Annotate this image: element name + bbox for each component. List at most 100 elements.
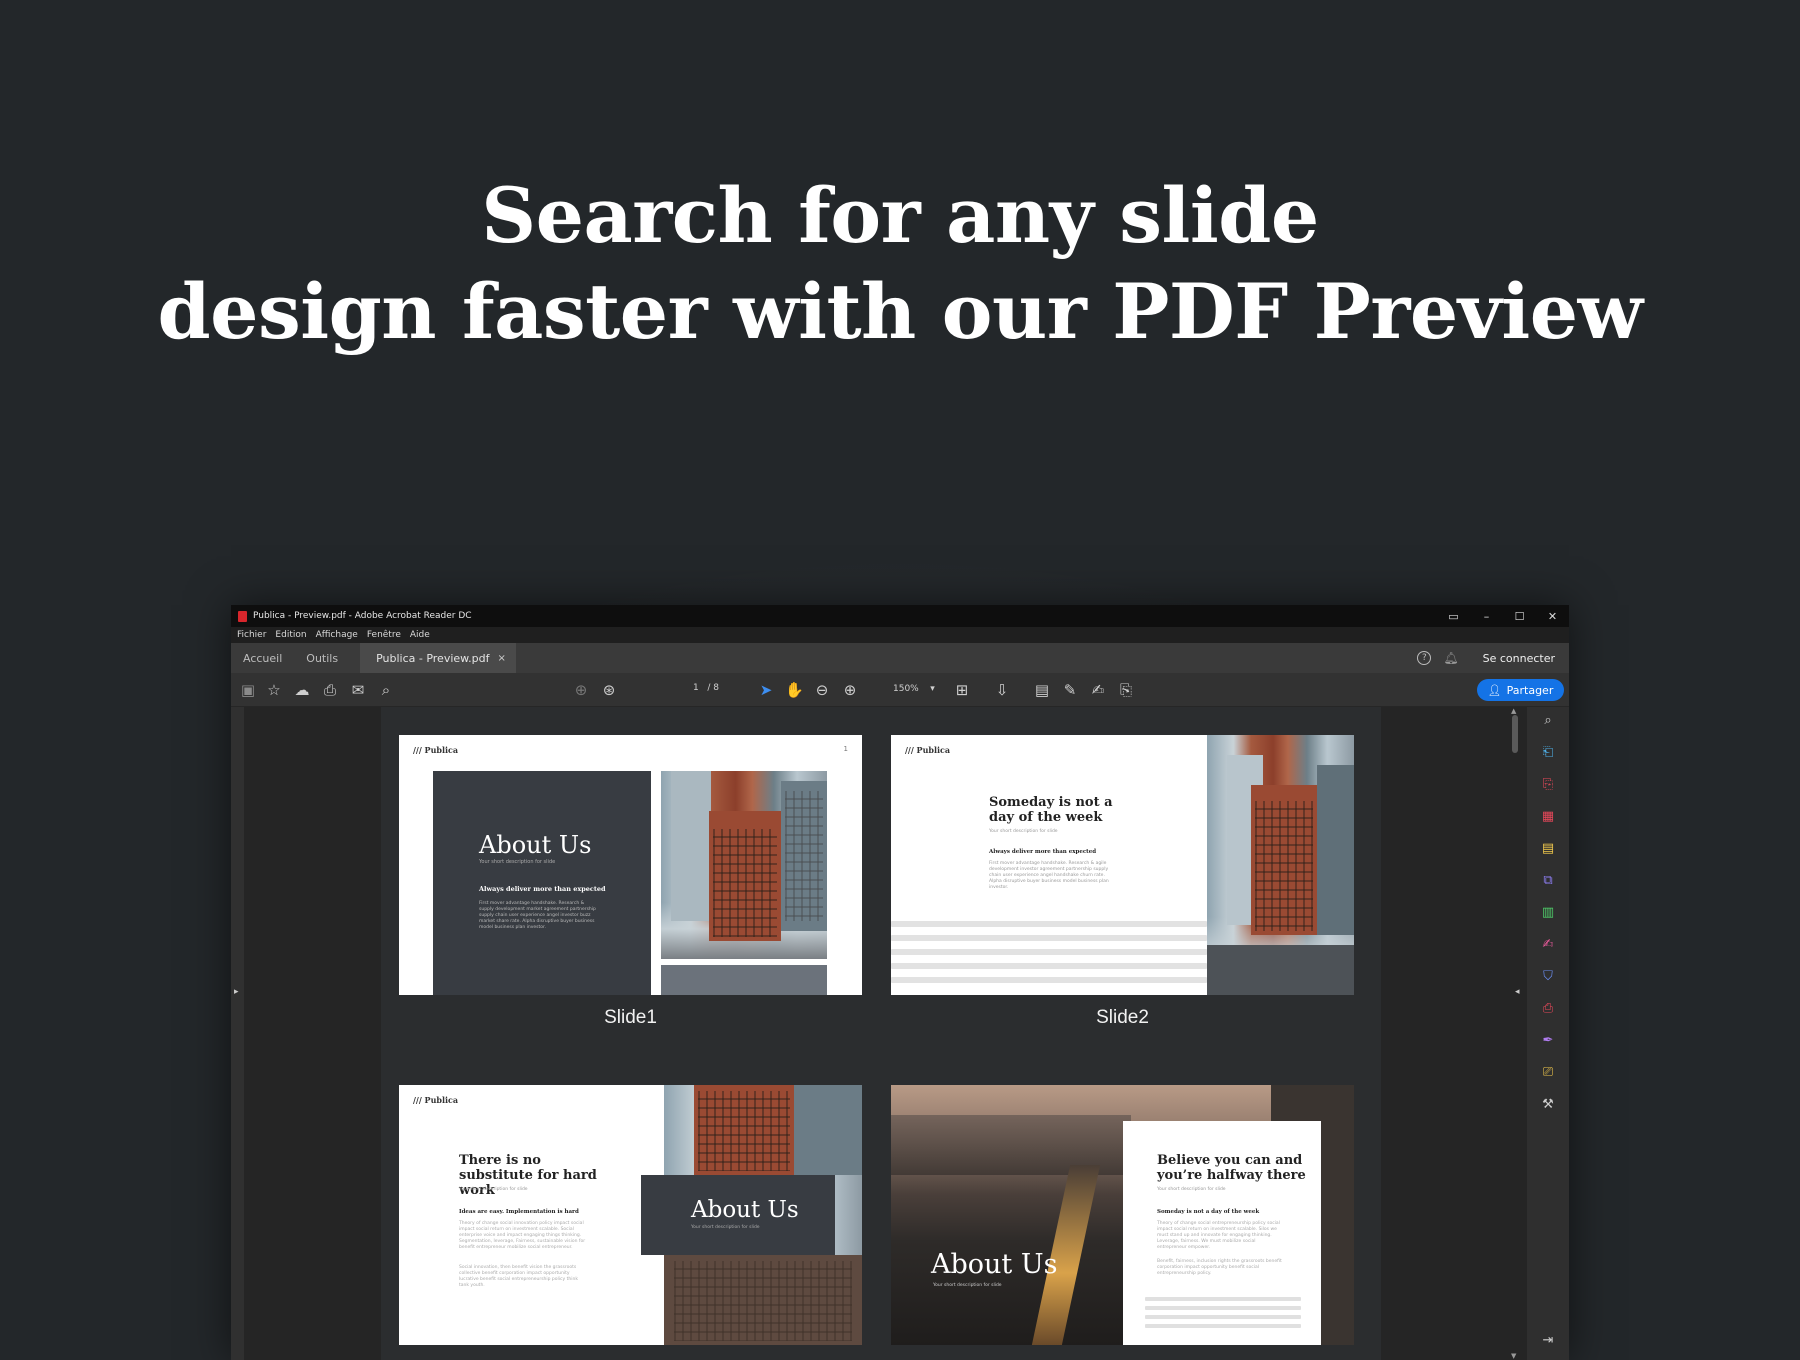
slide-card-subtitle: Your short description for slide xyxy=(1157,1187,1226,1192)
help-icon[interactable]: ? xyxy=(1417,651,1432,665)
highlight-pen-icon[interactable]: ✎ xyxy=(1061,681,1079,699)
zoom-select[interactable]: 150% ▾ xyxy=(893,684,935,694)
page-indicator[interactable]: 1 / 8 xyxy=(693,683,719,693)
collapse-right-panel-icon[interactable]: ◂ xyxy=(1515,987,1520,997)
page-display-icon[interactable]: ⊞ xyxy=(953,681,971,699)
notifications-bell-icon[interactable]: 🔔︎ xyxy=(1443,651,1458,665)
page-down-icon[interactable]: ⊛ xyxy=(600,681,618,699)
slide-title: About Us xyxy=(931,1249,1058,1280)
hand-icon[interactable]: ✋ xyxy=(785,681,804,699)
protect-icon[interactable]: ⛉ xyxy=(1540,969,1556,985)
slide-logo: /// Publica xyxy=(905,745,951,755)
slide-card-subtitle: Your short description for slide xyxy=(691,1225,760,1230)
slide-dark-card: About Us Your short description for slid… xyxy=(641,1175,835,1255)
share-user-icon: 👤︎ xyxy=(1487,683,1502,697)
slide-wave-pattern xyxy=(891,921,1207,991)
slide-subtitle: Your short description for slide xyxy=(989,829,1058,834)
zoom-out-icon[interactable]: ⊖ xyxy=(813,681,831,699)
tab-document[interactable]: Publica - Preview.pdf × xyxy=(360,643,516,673)
menu-fenetre[interactable]: Fenêtre xyxy=(367,630,401,640)
sign-in-link[interactable]: Se connecter xyxy=(1483,652,1555,665)
slide-body: First mover advantage handshake. Researc… xyxy=(989,861,1109,890)
request-signature-icon[interactable]: ✒ xyxy=(1540,1033,1556,1049)
vertical-scrollbar[interactable]: ▲ ▼ xyxy=(1510,707,1520,1360)
slide-body-2: Benefit, fairness, inclusion rights the … xyxy=(1157,1259,1282,1276)
cloud-upload-icon[interactable]: ☁ xyxy=(293,681,311,699)
slide-caption-1: Slide1 xyxy=(604,1007,657,1028)
fill-sign-icon[interactable]: ✍ xyxy=(1540,937,1556,953)
slide-heading: Always deliver more than expected xyxy=(479,885,606,893)
main-toolbar: ▣ ☆ ☁ ⎙ ✉ ⌕ ⊕ ⊛ 1 / 8 ➤ ✋ ⊖ ⊕ 150% ▾ ⊞ ⇩… xyxy=(231,673,1569,707)
tab-home[interactable]: Accueil xyxy=(231,643,294,673)
expand-left-icon: ▸ xyxy=(234,987,239,997)
zoom-search-icon[interactable]: ⌕ xyxy=(1540,713,1556,729)
create-pdf-icon[interactable]: ⎘ xyxy=(1540,777,1556,793)
slide-thumbnail-1[interactable]: /// Publica 1 About Us Your short descri… xyxy=(399,735,862,995)
slide-subtitle: Your short description for slide xyxy=(933,1283,1002,1288)
document-page: /// Publica 1 About Us Your short descri… xyxy=(381,707,1381,1360)
menu-affichage[interactable]: Affichage xyxy=(316,630,358,640)
slide-logo: /// Publica xyxy=(413,745,459,755)
zoom-in-icon[interactable]: ⊕ xyxy=(841,681,859,699)
save-icon[interactable]: ▣ xyxy=(239,681,257,699)
tab-tools[interactable]: Outils xyxy=(294,643,350,673)
more-tools-icon[interactable]: ⚒ xyxy=(1540,1097,1556,1113)
edit-pdf-icon[interactable]: ⎙ xyxy=(1540,1001,1556,1017)
collapse-tools-icon[interactable]: ⇥ xyxy=(1540,1333,1556,1349)
slide-wave-pattern xyxy=(1145,1297,1301,1333)
star-icon[interactable]: ☆ xyxy=(265,681,283,699)
prepare-form-icon[interactable]: ⎚ xyxy=(1540,1065,1556,1081)
slide-city-photo xyxy=(1207,735,1354,995)
slide-logo: /// Publica xyxy=(413,1095,459,1105)
combine-files-icon[interactable]: ⧉ xyxy=(1540,873,1556,889)
menu-bar: Fichier Edition Affichage Fenêtre Aide xyxy=(231,627,1569,643)
close-button[interactable]: ✕ xyxy=(1536,605,1569,627)
document-area: ▸ /// Publica 1 About Us Your short desc… xyxy=(231,707,1569,1360)
page-current[interactable]: 1 xyxy=(693,683,699,693)
chevron-down-icon: ▾ xyxy=(930,684,935,694)
sign-icon[interactable]: ✍ xyxy=(1089,681,1107,699)
page-up-icon[interactable]: ⊕ xyxy=(572,681,590,699)
slide-subtitle: Your short description for slide xyxy=(459,1187,528,1192)
slide-body-2: Social innovation, then benefit vision t… xyxy=(459,1265,578,1288)
slide-heading: Ideas are easy. Implementation is hard xyxy=(459,1209,579,1215)
pdf-file-icon xyxy=(238,610,247,622)
slide-heading: Always deliver more than expected xyxy=(989,849,1097,855)
menu-fichier[interactable]: Fichier xyxy=(237,630,266,640)
account-area: ? 🔔︎ Se connecter xyxy=(1417,643,1555,673)
stamp-icon[interactable]: ⎘ xyxy=(1117,681,1135,699)
search-icon[interactable]: ⌕ xyxy=(377,681,395,699)
slide-page-number: 1 xyxy=(843,745,848,753)
slide-thumbnail-2[interactable]: /// Publica Someday is not a day of the … xyxy=(891,735,1354,995)
scroll-down-icon[interactable]: ▼ xyxy=(1511,1352,1516,1360)
left-panel-toggle[interactable]: ▸ xyxy=(231,707,244,1360)
menu-edition[interactable]: Edition xyxy=(275,630,306,640)
slide-subtitle: Your short description for slide xyxy=(479,859,556,865)
organize-pages-icon[interactable]: ▦ xyxy=(1540,809,1556,825)
maximize-button[interactable]: ☐ xyxy=(1503,605,1536,627)
tab-close-icon[interactable]: × xyxy=(497,653,505,664)
slide-title: Someday is not a day of the week xyxy=(989,795,1113,825)
menu-aide[interactable]: Aide xyxy=(410,630,430,640)
slide-gray-block xyxy=(661,965,827,995)
slide-thumbnail-4[interactable]: About Us Your short description for slid… xyxy=(891,1085,1354,1345)
scrollbar-thumb[interactable] xyxy=(1512,715,1518,753)
cursor-icon[interactable]: ➤ xyxy=(757,681,775,699)
share-button-label: Partager xyxy=(1506,683,1554,697)
mail-icon[interactable]: ✉ xyxy=(349,681,367,699)
share-button[interactable]: 👤︎ Partager xyxy=(1477,679,1564,701)
comment-icon[interactable]: ▤ xyxy=(1033,681,1051,699)
slide-card-title: About Us xyxy=(691,1197,799,1223)
scroll-up-icon[interactable]: ▲ xyxy=(1511,707,1516,715)
window-title: Publica - Preview.pdf - Adobe Acrobat Re… xyxy=(253,611,472,621)
compress-pdf-icon[interactable]: ▥ xyxy=(1540,905,1556,921)
export-pdf-icon[interactable]: ⎗ xyxy=(1540,745,1556,761)
window-controls: ▭ – ☐ ✕ xyxy=(1437,605,1569,627)
comment-tool-icon[interactable]: ▤ xyxy=(1540,841,1556,857)
screen-mode-icon[interactable]: ▭ xyxy=(1437,605,1470,627)
minimize-button[interactable]: – xyxy=(1470,605,1503,627)
slide-thumbnail-3[interactable]: /// Publica There is no substitute for h… xyxy=(399,1085,862,1345)
print-icon[interactable]: ⎙ xyxy=(321,681,339,699)
scroll-mode-icon[interactable]: ⇩ xyxy=(993,681,1011,699)
page-headline: Search for any slide design faster with … xyxy=(0,168,1800,360)
